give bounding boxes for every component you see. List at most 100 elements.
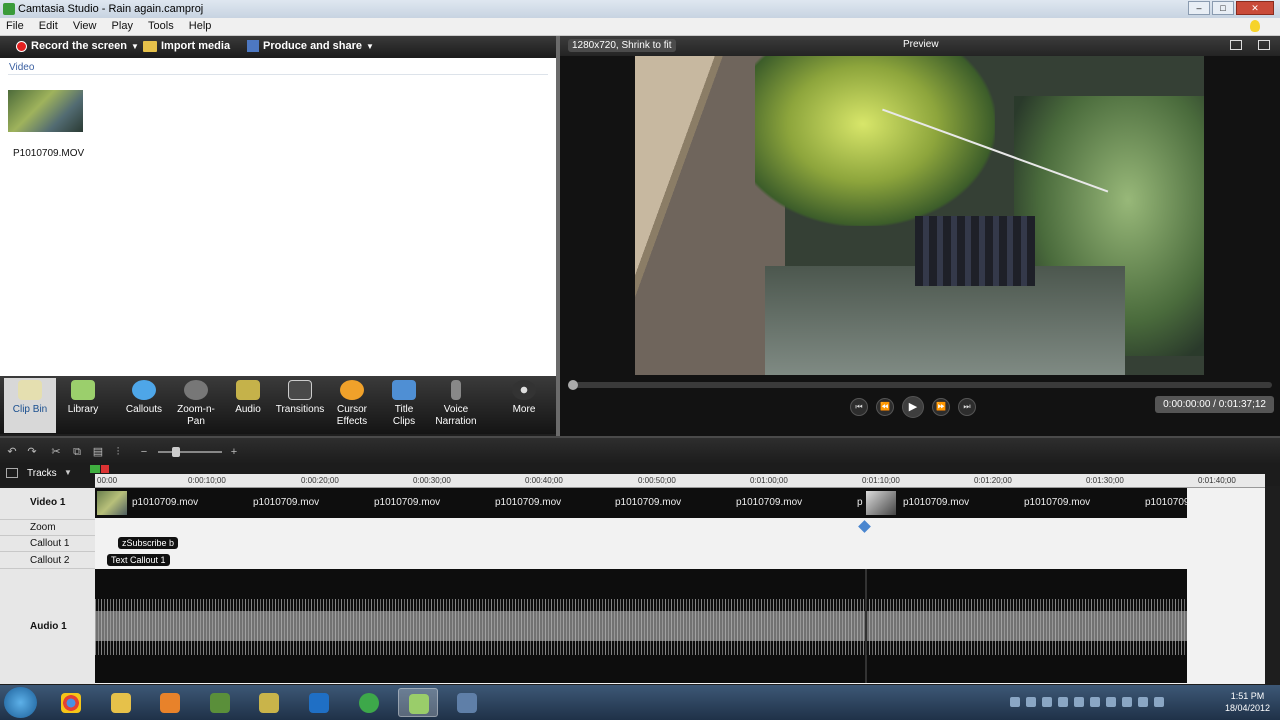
menu-play[interactable]: Play	[106, 18, 139, 34]
zoom-in-icon[interactable]: +	[228, 446, 240, 458]
preview-title: Preview	[903, 39, 939, 50]
timeline-zoom-slider[interactable]	[158, 447, 222, 457]
menu-help[interactable]: Help	[183, 18, 218, 34]
tab-zoom-n-pan[interactable]: Zoom-n- Pan	[170, 378, 222, 433]
tab-label: Audio	[235, 404, 261, 415]
redo-icon[interactable]: ↷	[26, 446, 38, 458]
taskbar-explorer[interactable]	[101, 688, 141, 717]
menu-view[interactable]: View	[67, 18, 103, 34]
rewind-icon[interactable]: ⏪	[876, 398, 894, 416]
volume-icon[interactable]	[1154, 697, 1164, 707]
detach-preview-icon[interactable]	[1258, 40, 1270, 50]
seek-bar[interactable]	[568, 380, 1272, 390]
undo-icon[interactable]: ↶	[6, 446, 18, 458]
tray-icon[interactable]	[1026, 697, 1036, 707]
scene-clothes	[915, 216, 1035, 286]
system-tray-icons	[1010, 697, 1164, 707]
timeline-toolbar: ↶ ↷ ✂ ⧉ ▤ ⫶ − +	[0, 436, 1280, 464]
taskbar-virtualbox[interactable]	[447, 688, 487, 717]
taskbar-photoshop[interactable]	[299, 688, 339, 717]
zoom-slider-knob[interactable]	[172, 447, 180, 457]
tab-transitions[interactable]: Transitions	[274, 378, 326, 433]
import-media-button[interactable]: Import media	[143, 40, 230, 52]
clock[interactable]: 1:51 PM 18/04/2012	[1225, 690, 1270, 714]
taskbar-spotify[interactable]	[349, 688, 389, 717]
play-icon[interactable]: ▶	[902, 396, 924, 418]
copy-icon[interactable]: ⧉	[71, 446, 83, 458]
tab-callouts[interactable]: Callouts	[118, 378, 170, 433]
track-label-video-1[interactable]: Video 1	[30, 497, 65, 508]
taskbar-chrome[interactable]	[51, 688, 91, 717]
resolution-dropdown[interactable]: 1280x720, Shrink to fit	[568, 39, 676, 52]
close-button[interactable]: ✕	[1236, 1, 1274, 15]
media-player-icon	[160, 693, 180, 713]
tab-label: Clip Bin	[12, 404, 48, 415]
tab-label: Cursor Effects	[336, 404, 368, 427]
tray-icon[interactable]	[1042, 697, 1052, 707]
tab-cursor-effects[interactable]: Cursor Effects	[326, 378, 378, 433]
record-screen-button[interactable]: Record the screen ▼	[16, 40, 139, 52]
tab-more[interactable]: More	[498, 378, 550, 433]
timeline-ruler[interactable]: 00:00 0:00:10;00 0:00:20;00 0:00:30;00 0…	[95, 474, 1265, 488]
fast-forward-icon[interactable]: ⏩	[932, 398, 950, 416]
zoom-keyframe[interactable]	[858, 520, 871, 533]
menu-tools[interactable]: Tools	[142, 18, 180, 34]
chevron-down-icon[interactable]: ▼	[64, 468, 72, 477]
app-icon	[259, 693, 279, 713]
tab-library[interactable]: Library	[57, 378, 109, 433]
tray-icon[interactable]	[1090, 697, 1100, 707]
taskbar-camtasia[interactable]	[398, 688, 438, 717]
clip-bin-section-header: Video	[9, 62, 35, 73]
clip-label: p1010709.mov	[1024, 497, 1091, 508]
split-icon[interactable]: ⫶	[112, 446, 124, 458]
tracks-menu-icon[interactable]	[6, 468, 18, 478]
cut-icon[interactable]: ✂	[50, 446, 62, 458]
menu-file[interactable]: File	[0, 18, 30, 34]
minimize-button[interactable]: –	[1188, 1, 1210, 15]
clip-label: p1010709.mov	[736, 497, 803, 508]
fullscreen-icon[interactable]	[1230, 40, 1242, 50]
video-canvas[interactable]	[635, 56, 1204, 375]
track-label-audio-1[interactable]: Audio 1	[30, 621, 67, 632]
maximize-button[interactable]: □	[1212, 1, 1234, 15]
camtasia-icon	[409, 694, 429, 714]
audio-track-clip[interactable]	[95, 569, 1187, 683]
taskbar-minecraft[interactable]	[200, 688, 240, 717]
lightbulb-icon[interactable]	[1250, 20, 1260, 32]
tracks-label[interactable]: Tracks	[27, 468, 57, 479]
minecraft-icon	[210, 693, 230, 713]
start-button[interactable]	[4, 687, 37, 718]
callout-2-clip[interactable]: Text Callout 1	[107, 554, 170, 566]
tray-icon[interactable]	[1122, 697, 1132, 707]
skip-back-icon[interactable]: ⏮	[850, 398, 868, 416]
tray-icon[interactable]	[1106, 697, 1116, 707]
playhead-start-marker[interactable]	[90, 465, 100, 473]
taskbar-app[interactable]	[249, 688, 289, 717]
tray-icon[interactable]	[1074, 697, 1084, 707]
clip-thumbnail[interactable]	[8, 90, 83, 132]
ruler-tick: 0:01:10;00	[862, 476, 900, 485]
produce-share-button[interactable]: Produce and share ▼	[247, 40, 374, 52]
divider	[8, 74, 548, 75]
callout-1-clip[interactable]: zSubscribe b	[118, 537, 179, 549]
zoom-out-icon[interactable]: −	[138, 446, 150, 458]
tab-audio[interactable]: Audio	[222, 378, 274, 433]
produce-label: Produce and share	[263, 40, 363, 52]
track-label-callout-2[interactable]: Callout 2	[30, 555, 69, 566]
track-label-zoom[interactable]: Zoom	[30, 522, 56, 533]
tab-title-clips[interactable]: Title Clips	[378, 378, 430, 433]
taskbar-media[interactable]	[150, 688, 190, 717]
clip-label: p1010709.mov	[374, 497, 441, 508]
network-icon[interactable]	[1138, 697, 1148, 707]
tray-icon[interactable]	[1010, 697, 1020, 707]
tab-clip-bin[interactable]: Clip Bin	[4, 378, 56, 433]
skip-forward-icon[interactable]: ⏭	[958, 398, 976, 416]
paste-icon[interactable]: ▤	[92, 446, 104, 458]
tab-voice-narration[interactable]: Voice Narration	[430, 378, 482, 433]
tray-icon[interactable]	[1058, 697, 1068, 707]
track-label-callout-1[interactable]: Callout 1	[30, 538, 69, 549]
seek-knob[interactable]	[568, 380, 578, 390]
playhead-end-marker[interactable]	[101, 465, 109, 473]
video-track-clip[interactable]: p1010709.mov p1010709.mov p1010709.mov p…	[95, 488, 1190, 518]
menu-edit[interactable]: Edit	[33, 18, 64, 34]
